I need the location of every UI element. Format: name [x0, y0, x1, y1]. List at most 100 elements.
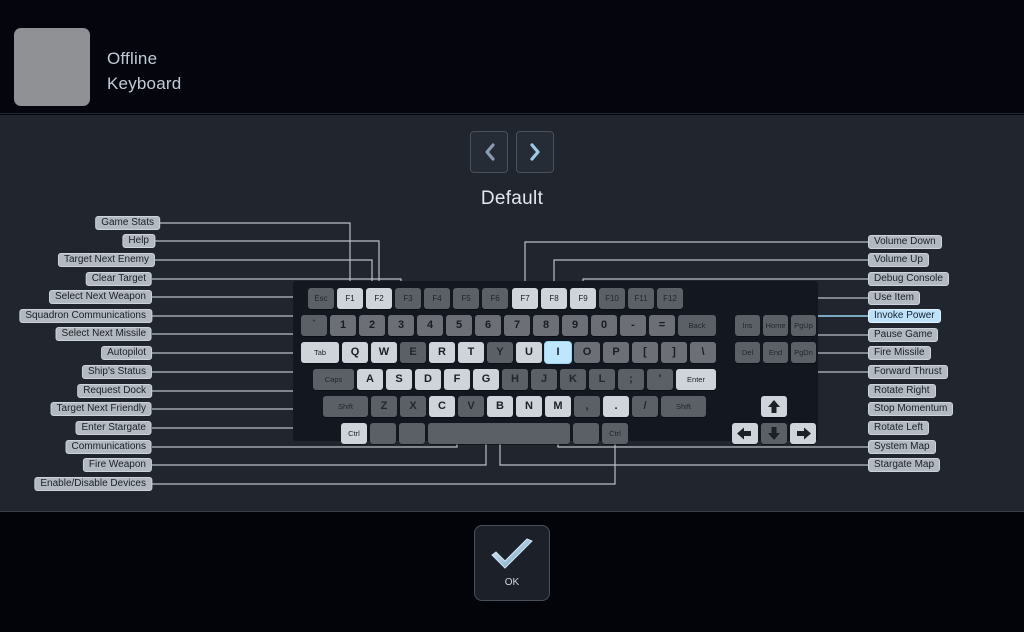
- key-Shift[interactable]: Shift: [323, 396, 368, 417]
- key-2[interactable]: 2: [359, 315, 385, 336]
- key-P[interactable]: P: [603, 342, 629, 363]
- key-C[interactable]: C: [429, 396, 455, 417]
- key-arrow-left-icon[interactable]: [732, 423, 758, 444]
- key-PgUp[interactable]: PgUp: [791, 315, 816, 336]
- key-6[interactable]: 6: [475, 315, 501, 336]
- key-N[interactable]: N: [516, 396, 542, 417]
- key-V[interactable]: V: [458, 396, 484, 417]
- binding-label[interactable]: System Map: [868, 440, 936, 454]
- key-0[interactable]: 0: [591, 315, 617, 336]
- key-'[interactable]: ': [647, 369, 673, 390]
- key-`[interactable]: `: [301, 315, 327, 336]
- binding-label[interactable]: Target Next Friendly: [50, 402, 152, 416]
- binding-label[interactable]: Volume Down: [868, 235, 942, 249]
- key-Enter[interactable]: Enter: [676, 369, 716, 390]
- key-Z[interactable]: Z: [371, 396, 397, 417]
- key-Ctrl[interactable]: Ctrl: [341, 423, 367, 444]
- key-Shift[interactable]: Shift: [661, 396, 706, 417]
- key-K[interactable]: K: [560, 369, 586, 390]
- key-blank-5-1[interactable]: [370, 423, 396, 444]
- key-F1[interactable]: F1: [337, 288, 363, 309]
- key-H[interactable]: H: [502, 369, 528, 390]
- key-F[interactable]: F: [444, 369, 470, 390]
- key-F11[interactable]: F11: [628, 288, 654, 309]
- key-,[interactable]: ,: [574, 396, 600, 417]
- binding-label[interactable]: Debug Console: [868, 272, 949, 286]
- key-blank-5-2[interactable]: [399, 423, 425, 444]
- key-F8[interactable]: F8: [541, 288, 567, 309]
- binding-label[interactable]: Request Dock: [77, 384, 152, 398]
- key-blank-5-4[interactable]: [573, 423, 599, 444]
- binding-label[interactable]: Rotate Right: [868, 384, 936, 398]
- key-G[interactable]: G: [473, 369, 499, 390]
- binding-label[interactable]: Squadron Communications: [19, 309, 152, 323]
- binding-label[interactable]: Fire Weapon: [82, 458, 152, 472]
- key-Ctrl[interactable]: Ctrl: [602, 423, 628, 444]
- key-/[interactable]: /: [632, 396, 658, 417]
- key-Tab[interactable]: Tab: [301, 342, 339, 363]
- key-F7[interactable]: F7: [512, 288, 538, 309]
- binding-label[interactable]: Select Next Missile: [55, 327, 152, 341]
- key-][interactable]: ]: [661, 342, 687, 363]
- key-arrow-down-icon[interactable]: [761, 423, 787, 444]
- key-1[interactable]: 1: [330, 315, 356, 336]
- binding-label[interactable]: Pause Game: [868, 328, 939, 342]
- binding-label[interactable]: Autopilot: [101, 346, 152, 360]
- binding-label[interactable]: Select Next Weapon: [49, 290, 152, 304]
- binding-label[interactable]: Enter Stargate: [75, 421, 152, 435]
- ok-button[interactable]: OK: [474, 525, 550, 601]
- key-W[interactable]: W: [371, 342, 397, 363]
- key-Q[interactable]: Q: [342, 342, 368, 363]
- binding-label[interactable]: Rotate Left: [868, 421, 929, 435]
- key-PgDn[interactable]: PgDn: [791, 342, 816, 363]
- key-arrow-right-icon[interactable]: [790, 423, 816, 444]
- key-;[interactable]: ;: [618, 369, 644, 390]
- key-M[interactable]: M: [545, 396, 571, 417]
- key-L[interactable]: L: [589, 369, 615, 390]
- key-5[interactable]: 5: [446, 315, 472, 336]
- key-I[interactable]: I: [545, 342, 571, 363]
- key-E[interactable]: E: [400, 342, 426, 363]
- binding-label[interactable]: Game Stats: [95, 216, 160, 230]
- key-A[interactable]: A: [357, 369, 383, 390]
- key-S[interactable]: S: [386, 369, 412, 390]
- binding-label[interactable]: Use Item: [868, 291, 921, 305]
- key-U[interactable]: U: [516, 342, 542, 363]
- key-Home[interactable]: Home: [763, 315, 788, 336]
- key-Caps[interactable]: Caps: [313, 369, 354, 390]
- key-B[interactable]: B: [487, 396, 513, 417]
- binding-label[interactable]: Fire Missile: [868, 346, 931, 360]
- key-8[interactable]: 8: [533, 315, 559, 336]
- key-O[interactable]: O: [574, 342, 600, 363]
- key-4[interactable]: 4: [417, 315, 443, 336]
- key-=[interactable]: =: [649, 315, 675, 336]
- key-F12[interactable]: F12: [657, 288, 683, 309]
- key-9[interactable]: 9: [562, 315, 588, 336]
- key-F4[interactable]: F4: [424, 288, 450, 309]
- key-arrow-up-icon[interactable]: [761, 396, 787, 417]
- key-7[interactable]: 7: [504, 315, 530, 336]
- key-F2[interactable]: F2: [366, 288, 392, 309]
- key-End[interactable]: End: [763, 342, 788, 363]
- binding-label[interactable]: Enable/Disable Devices: [34, 477, 152, 491]
- key-R[interactable]: R: [429, 342, 455, 363]
- binding-label[interactable]: Target Next Enemy: [57, 253, 155, 267]
- key-Back[interactable]: Back: [678, 315, 716, 336]
- key-J[interactable]: J: [531, 369, 557, 390]
- key-blank-5-3[interactable]: [428, 423, 570, 444]
- key-Esc[interactable]: Esc: [308, 288, 334, 309]
- key-[[interactable]: [: [632, 342, 658, 363]
- key-T[interactable]: T: [458, 342, 484, 363]
- key-F6[interactable]: F6: [482, 288, 508, 309]
- key-Y[interactable]: Y: [487, 342, 513, 363]
- binding-label[interactable]: Volume Up: [868, 253, 929, 267]
- binding-label[interactable]: Stop Momentum: [868, 402, 954, 416]
- key-F10[interactable]: F10: [599, 288, 625, 309]
- key-\[interactable]: \: [690, 342, 716, 363]
- binding-label[interactable]: Forward Thrust: [868, 365, 948, 379]
- key-F9[interactable]: F9: [570, 288, 596, 309]
- key-F5[interactable]: F5: [453, 288, 479, 309]
- key-3[interactable]: 3: [388, 315, 414, 336]
- key-D[interactable]: D: [415, 369, 441, 390]
- key--[interactable]: -: [620, 315, 646, 336]
